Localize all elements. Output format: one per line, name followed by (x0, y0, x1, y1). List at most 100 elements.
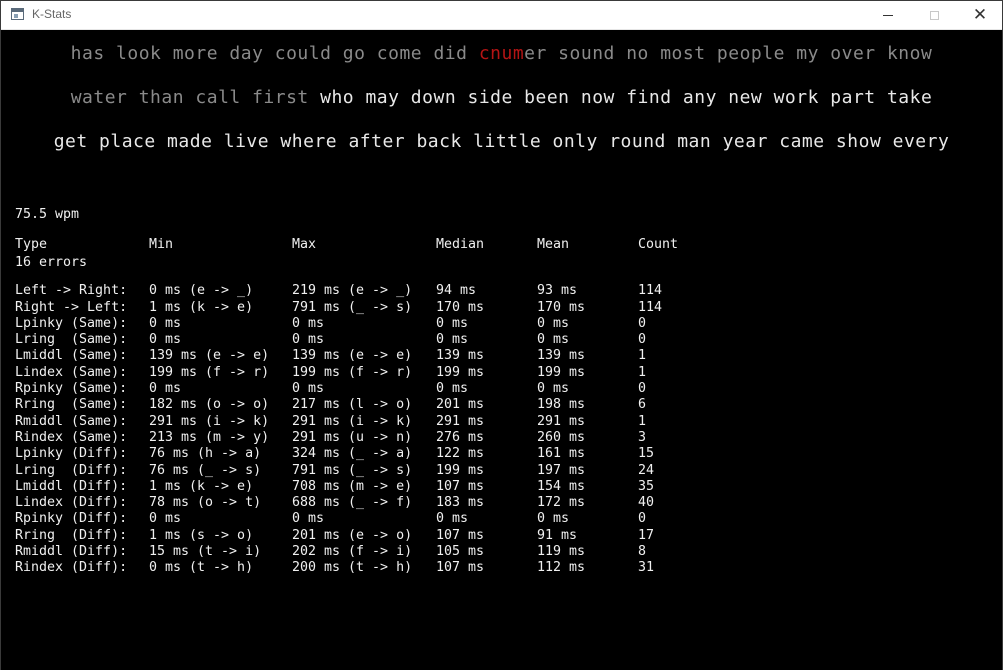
table-row: Rindex (Diff): 0 ms (t -> h) 200 ms (t -> … (15, 560, 715, 576)
cell-max: 219 ms (e -> _) (292, 283, 413, 299)
cell-min: 76 ms (h -> a) (149, 446, 262, 462)
cell-median: 122 ms (436, 446, 485, 462)
header-type: Type (15, 237, 48, 252)
cell-min: 1 ms (k -> e) (149, 478, 254, 494)
app-icon (11, 8, 24, 20)
header-median: Median (436, 237, 485, 252)
header-min: Min (149, 237, 174, 252)
cell-mean: 0 ms (537, 381, 570, 397)
cell-type: Lindex (Diff): (15, 495, 128, 511)
typed-text: has look more day could go come did (70, 43, 479, 64)
close-button[interactable]: ✕ (957, 1, 1003, 29)
header-mean: Mean (537, 237, 570, 252)
table-row: Right -> Left: 1 ms (k -> e) 791 ms (_ -> … (15, 300, 715, 316)
table-row: Lpinky (Same): 0 ms 0 ms 0 ms 0 ms 0 (15, 316, 715, 332)
cell-count: 1 (638, 348, 647, 364)
table-row: Rmiddl (Same): 291 ms (i -> k) 291 ms (i -… (15, 414, 715, 430)
cell-count: 3 (638, 429, 647, 445)
table-header: Type Min Max Median Mean Count (15, 237, 715, 253)
content-area[interactable]: has look more day could go come did cnum… (1, 30, 1002, 670)
cell-count: 1 (638, 364, 647, 380)
table-body: Left -> Right: 0 ms (e -> _) 219 ms (e -> … (15, 283, 715, 576)
cell-median: 0 ms (436, 332, 469, 348)
cell-mean: 291 ms (537, 413, 586, 429)
cell-max: 0 ms (292, 332, 325, 348)
cell-type: Lmiddl (Same): (15, 348, 128, 364)
cell-max: 0 ms (292, 315, 325, 331)
cell-count: 1 (638, 413, 647, 429)
cell-type: Left -> Right: (15, 283, 128, 299)
cell-max: 202 ms (f -> i) (292, 544, 413, 560)
cell-type: Lpinky (Diff): (15, 446, 128, 462)
pending-text: get place made live where after back lit… (53, 131, 950, 152)
cell-max: 791 ms (_ -> s) (292, 299, 413, 315)
cell-max: 199 ms (f -> r) (292, 364, 413, 380)
cell-mean: 119 ms (537, 544, 586, 560)
table-row: Lindex (Diff): 78 ms (o -> t) 688 ms (_ ->… (15, 495, 715, 511)
cell-median: 107 ms (436, 527, 485, 543)
cell-max: 688 ms (_ -> f) (292, 495, 413, 511)
minimize-button[interactable] (865, 1, 911, 29)
cell-min: 0 ms (149, 511, 182, 527)
cell-mean: 197 ms (537, 462, 586, 478)
cell-type: Rindex (Diff): (15, 560, 128, 576)
cell-count: 0 (638, 381, 647, 397)
timing-table: Type Min Max Median Mean Count Left -> R… (15, 207, 715, 607)
cell-min: 0 ms (t -> h) (149, 560, 254, 576)
cell-max: 791 ms (_ -> s) (292, 462, 413, 478)
close-icon: ✕ (972, 4, 988, 25)
cell-median: 105 ms (436, 544, 485, 560)
cell-count: 0 (638, 332, 647, 348)
maximize-button[interactable] (911, 1, 957, 29)
cell-min: 182 ms (o -> o) (149, 397, 270, 413)
cell-count: 114 (638, 283, 663, 299)
cell-mean: 91 ms (537, 527, 578, 543)
cell-median: 0 ms (436, 511, 469, 527)
table-row: Lring (Diff): 76 ms (_ -> s) 791 ms (_ -> … (15, 463, 715, 479)
cell-mean: 0 ms (537, 511, 570, 527)
cell-median: 94 ms (436, 283, 477, 299)
cell-median: 199 ms (436, 364, 485, 380)
cell-max: 324 ms (_ -> a) (292, 446, 413, 462)
cell-count: 0 (638, 511, 647, 527)
cell-min: 213 ms (m -> y) (149, 429, 270, 445)
cell-type: Lpinky (Same): (15, 315, 128, 331)
cell-max: 0 ms (292, 381, 325, 397)
cell-min: 139 ms (e -> e) (149, 348, 270, 364)
cell-count: 24 (638, 462, 655, 478)
table-row: Rpinky (Same): 0 ms 0 ms 0 ms 0 ms 0 (15, 381, 715, 397)
cell-type: Lmiddl (Diff): (15, 478, 128, 494)
cell-max: 201 ms (e -> o) (292, 527, 413, 543)
cell-max: 0 ms (292, 511, 325, 527)
cell-type: Rring (Diff): (15, 527, 128, 543)
cell-type: Rmiddl (Same): (15, 413, 128, 429)
cell-count: 15 (638, 446, 655, 462)
cell-median: 170 ms (436, 299, 485, 315)
table-row: Rring (Diff): 1 ms (s -> o) 201 ms (e -> o… (15, 528, 715, 544)
header-max: Max (292, 237, 317, 252)
cell-type: Lring (Diff): (15, 462, 128, 478)
cell-count: 35 (638, 478, 655, 494)
cell-count: 0 (638, 315, 647, 331)
cell-type: Lindex (Same): (15, 364, 128, 380)
title-bar[interactable]: K-Stats ✕ (1, 1, 1002, 30)
typing-line: get place made live where after back lit… (1, 131, 1002, 152)
cell-mean: 172 ms (537, 495, 586, 511)
cell-mean: 260 ms (537, 429, 586, 445)
table-row: Lring (Same): 0 ms 0 ms 0 ms 0 ms 0 (15, 332, 715, 348)
cell-min: 0 ms (149, 315, 182, 331)
table-row: Lmiddl (Diff): 1 ms (k -> e) 708 ms (m -> … (15, 479, 715, 495)
cell-type: Rindex (Same): (15, 429, 128, 445)
cell-min: 1 ms (k -> e) (149, 299, 254, 315)
minimize-icon (883, 14, 893, 16)
cell-min: 1 ms (s -> o) (149, 527, 254, 543)
cell-type: Rmiddl (Diff): (15, 544, 128, 560)
cell-min: 15 ms (t -> i) (149, 544, 262, 560)
cell-mean: 154 ms (537, 478, 586, 494)
cell-median: 107 ms (436, 560, 485, 576)
cell-count: 6 (638, 397, 647, 413)
cell-max: 708 ms (m -> e) (292, 478, 413, 494)
header-count: Count (638, 237, 679, 252)
typed-text: water than call first (70, 87, 321, 108)
cell-mean: 161 ms (537, 446, 586, 462)
